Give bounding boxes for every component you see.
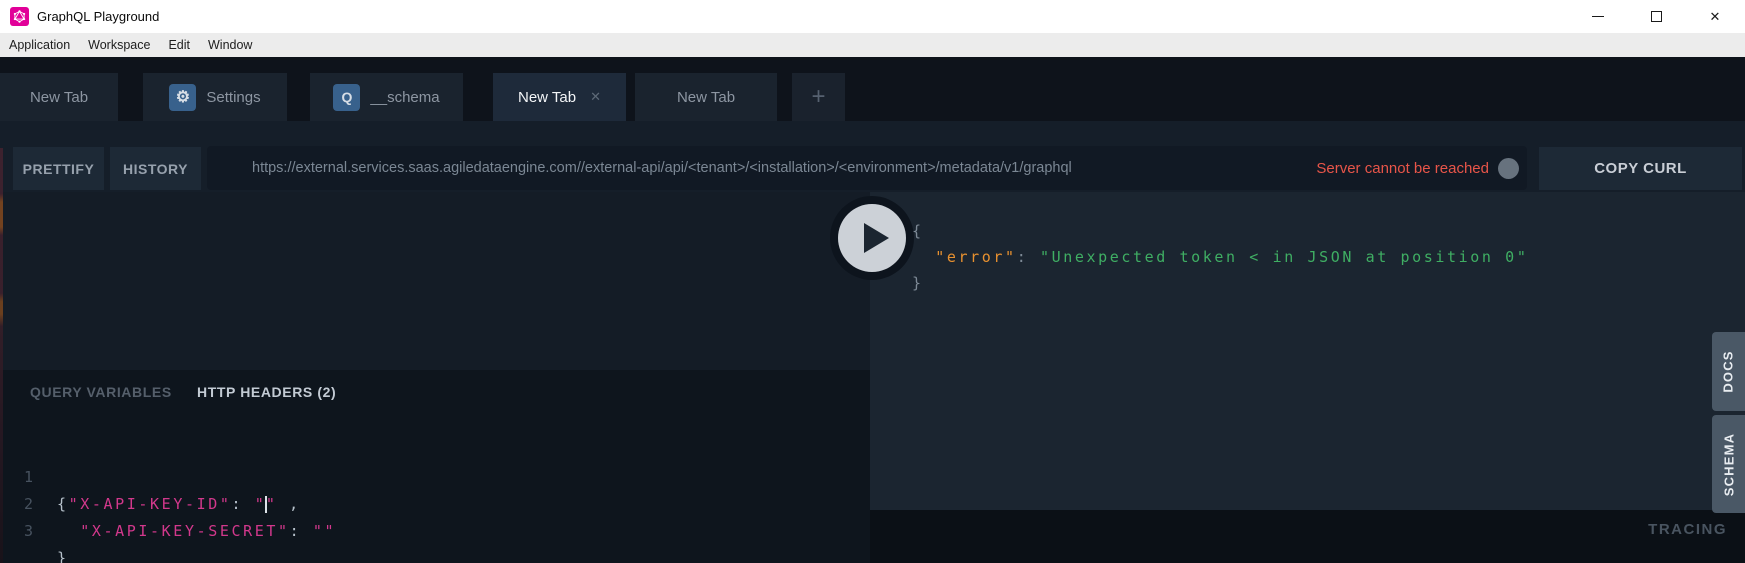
maximize-icon [1651, 11, 1662, 22]
endpoint-toolbar: PRETTIFY HISTORY https://external.servic… [0, 121, 1745, 192]
prettify-button[interactable]: PRETTIFY [13, 147, 104, 190]
copy-curl-button[interactable]: COPY CURL [1539, 147, 1742, 190]
code-colon: : [290, 522, 313, 540]
close-button[interactable]: ✕ [1698, 0, 1732, 33]
menu-bar: Application Workspace Edit Window [0, 33, 1745, 57]
headers-editor-line-3[interactable]: 3 } [0, 491, 870, 518]
tab-settings[interactable]: ⚙ Settings [143, 73, 287, 121]
tab-close-icon[interactable]: ✕ [590, 89, 601, 105]
settings-gear-icon: ⚙ [169, 84, 196, 111]
maximize-button[interactable] [1639, 0, 1673, 33]
header-key-secret: "X-API-KEY-SECRET" [80, 522, 289, 540]
minimize-button[interactable] [1581, 0, 1615, 33]
response-viewer: { "error": "Unexpected token < in JSON a… [870, 192, 1745, 510]
title-bar: GraphQL Playground ✕ [0, 0, 1745, 33]
response-separator: : [1017, 248, 1040, 266]
bottom-panel: QUERY VARIABLES HTTP HEADERS (2) 1 {"X-A… [0, 370, 870, 563]
response-error-key: "error" [935, 248, 1016, 266]
schema-tab-label: SCHEMA [1721, 432, 1736, 496]
response-error-value: "Unexpected token < in JSON at position … [1040, 248, 1529, 266]
menu-edit[interactable]: Edit [159, 33, 199, 57]
http-headers-tab[interactable]: HTTP HEADERS (2) [197, 384, 336, 400]
code-brace: } [57, 549, 69, 563]
tracing-label: TRACING [1648, 521, 1727, 538]
line-number: 3 [24, 518, 36, 545]
docs-side-tab[interactable]: DOCS [1712, 332, 1745, 411]
headers-editor-line-2[interactable]: 2 "X-API-KEY-SECRET": "" [0, 464, 870, 491]
tab-new-tab-1[interactable]: New Tab [0, 73, 118, 121]
endpoint-url-value[interactable]: https://external.services.saas.agiledata… [252, 160, 1227, 176]
new-tab-button[interactable]: + [792, 73, 845, 121]
tab-label: New Tab [30, 89, 88, 106]
tab-new-tab-active[interactable]: New Tab ✕ [493, 73, 626, 121]
graphql-playground-window: GraphQL Playground ✕ Application Workspa… [0, 0, 1745, 563]
close-icon: ✕ [1710, 9, 1721, 25]
query-variables-tab[interactable]: QUERY VARIABLES [30, 384, 172, 400]
endpoint-url-input[interactable]: https://external.services.saas.agiledata… [207, 146, 1527, 190]
tab-strip: New Tab ⚙ Settings Q __schema New Tab ✕ … [0, 57, 1745, 121]
menu-application[interactable]: Application [0, 33, 79, 57]
query-badge-icon: Q [333, 84, 360, 111]
schema-side-tab[interactable]: SCHEMA [1712, 415, 1745, 513]
graphql-logo-icon [10, 7, 29, 26]
query-editor[interactable]: 1 [0, 192, 870, 370]
tab-label: New Tab [518, 89, 576, 106]
tracing-bar[interactable]: TRACING [870, 510, 1745, 563]
tab-label: New Tab [677, 89, 735, 106]
history-button[interactable]: HISTORY [110, 147, 201, 190]
tab-label: __schema [370, 89, 439, 106]
tab-label: Settings [206, 89, 260, 106]
menu-workspace[interactable]: Workspace [79, 33, 159, 57]
header-value: "" [313, 522, 336, 540]
plus-icon: + [811, 83, 825, 111]
execute-query-button[interactable] [828, 194, 916, 282]
server-status-label: Server cannot be reached [1316, 160, 1489, 177]
tab-new-tab-2[interactable]: New Tab [635, 73, 777, 121]
server-status-dot [1498, 158, 1519, 179]
menu-window[interactable]: Window [199, 33, 261, 57]
tab-schema[interactable]: Q __schema [310, 73, 463, 121]
minimize-icon [1592, 16, 1604, 17]
headers-editor-line-1[interactable]: 1 {"X-API-KEY-ID": "" , [0, 437, 870, 464]
window-title: GraphQL Playground [37, 0, 159, 33]
docs-tab-label: DOCS [1721, 350, 1736, 392]
left-edge-artifact [0, 148, 3, 563]
